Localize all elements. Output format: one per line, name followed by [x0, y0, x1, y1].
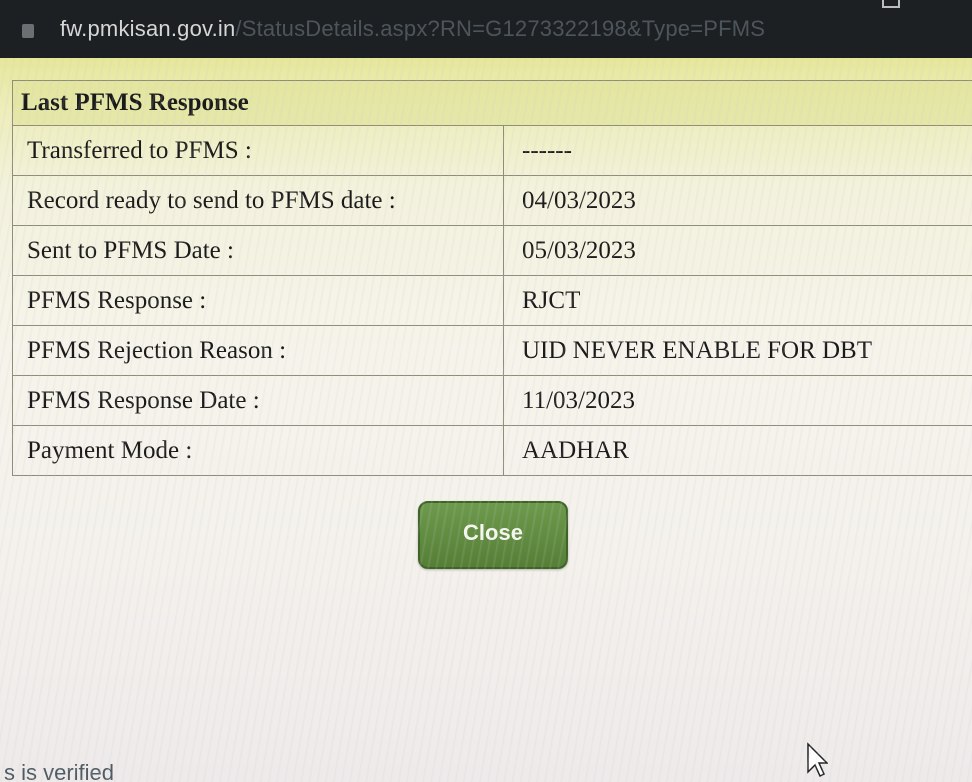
mouse-cursor-icon — [807, 742, 828, 778]
restore-window-icon[interactable] — [882, 0, 900, 8]
browser-window: fw.pmkisan.gov.in/StatusDetails.aspx?RN=… — [0, 0, 972, 782]
row-value: UID NEVER ENABLE FOR DBT — [503, 325, 972, 376]
row-label: PFMS Response : — [12, 275, 504, 326]
row-value: AADHAR — [503, 425, 972, 476]
url-path: /StatusDetails.aspx?RN=G1273322198&Type=… — [235, 16, 766, 41]
row-label: PFMS Rejection Reason : — [12, 325, 504, 376]
close-button[interactable]: Close — [418, 501, 568, 569]
table-row: PFMS Response : RJCT — [12, 275, 972, 326]
row-value: 05/03/2023 — [503, 225, 972, 276]
row-label: Record ready to send to PFMS date : — [12, 175, 504, 226]
row-value: 11/03/2023 — [503, 375, 972, 426]
panel-title: Last PFMS Response — [12, 80, 972, 126]
row-label: PFMS Response Date : — [12, 375, 504, 426]
row-value: 04/03/2023 — [503, 175, 972, 226]
browser-address-bar[interactable]: fw.pmkisan.gov.in/StatusDetails.aspx?RN=… — [0, 0, 972, 62]
row-label: Transferred to PFMS : — [12, 125, 504, 176]
table-row: Payment Mode : AADHAR — [12, 425, 972, 476]
table-row: Transferred to PFMS : ------ — [12, 125, 972, 176]
url-text[interactable]: fw.pmkisan.gov.in/StatusDetails.aspx?RN=… — [60, 16, 765, 42]
table-header-row: Last PFMS Response — [12, 80, 972, 126]
table-row: Record ready to send to PFMS date : 04/0… — [12, 175, 972, 226]
row-value: RJCT — [503, 275, 972, 326]
page-icon — [22, 24, 34, 38]
pfms-response-dialog: Last PFMS Response Transferred to PFMS :… — [0, 58, 972, 782]
row-label: Payment Mode : — [12, 425, 504, 476]
table-row: PFMS Response Date : 11/03/2023 — [12, 375, 972, 426]
row-label: Sent to PFMS Date : — [12, 225, 504, 276]
url-host: fw.pmkisan.gov.in — [60, 16, 236, 41]
background-status-text: s is verified — [4, 760, 115, 782]
row-value: ------ — [503, 125, 972, 176]
table-row: PFMS Rejection Reason : UID NEVER ENABLE… — [12, 325, 972, 376]
table-row: Sent to PFMS Date : 05/03/2023 — [12, 225, 972, 276]
pfms-response-table: Last PFMS Response Transferred to PFMS :… — [12, 80, 972, 476]
